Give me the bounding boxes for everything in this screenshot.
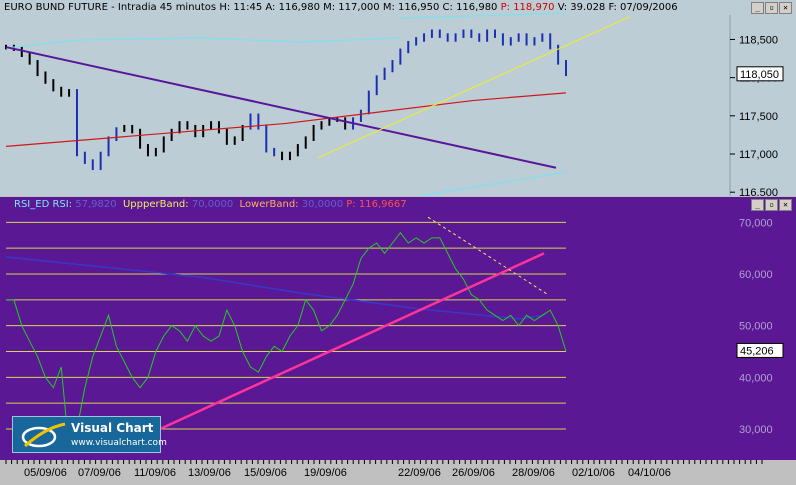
price-chart: 118,500118,000117,500117,000116,500118,0…: [5, 12, 784, 199]
maximize-button[interactable]: ▫: [765, 2, 778, 14]
y-tick-label: 117,500: [739, 111, 778, 123]
close-button[interactable]: ✕: [779, 2, 792, 14]
visualchart-logo: Visual Chart www.visualchart.com: [12, 416, 167, 453]
date-tick-label: 04/10/06: [628, 467, 671, 479]
upper-band-left: [5, 37, 401, 49]
up-trendline: [317, 16, 631, 159]
y-tick-label: 117,000: [739, 149, 778, 161]
date-tick-label: 07/09/06: [78, 467, 121, 479]
lower-band-label: LowerBand:: [239, 199, 299, 210]
moving-average-line: [5, 92, 567, 147]
date-tick-label: 19/09/06: [304, 467, 347, 479]
logo-swoosh-icon: [21, 422, 66, 448]
minimize-button[interactable]: _: [751, 2, 764, 14]
date-axis-svg: 05/09/06 07/09/06 11/09/06 13/09/06 15/09/06…: [5, 460, 763, 479]
price-title-main: EURO BUND FUTURE - Intradia 45 minutos H…: [4, 2, 498, 13]
date-axis: 05/09/06 07/09/06 11/09/06 13/09/06 15/09/06…: [0, 460, 796, 481]
date-tick-label: 13/09/06: [188, 467, 231, 479]
upper-band-label: UppperBand:: [122, 199, 189, 210]
date-tick-label: 05/09/06: [24, 467, 67, 479]
minimize-button[interactable]: _: [751, 199, 764, 211]
price-window-buttons: _ ▫ ✕: [751, 2, 792, 14]
rsi-down-trendline: [427, 216, 549, 296]
y-tick-label: 118,500: [739, 34, 778, 46]
rsi-label: RSI_ED RSI:: [14, 199, 73, 210]
rsi-value: 57,9820: [75, 199, 117, 210]
date-tick-label: 22/09/06: [398, 467, 441, 479]
logo-url: www.visualchart.com: [71, 438, 167, 448]
price-title-tail: V: 39.028 F: 07/09/2006: [557, 2, 678, 13]
date-tick-label: 02/10/06: [572, 467, 615, 479]
rsi-value-text: 45,206: [740, 345, 774, 357]
date-tick-label: 28/09/06: [512, 467, 555, 479]
lower-band-value: 30,0000: [301, 199, 344, 210]
rsi-tick-label: 30,000: [739, 424, 773, 436]
date-tick-label: 11/09/06: [134, 467, 176, 479]
upper-band-value: 70,0000: [191, 199, 234, 210]
maximize-button[interactable]: ▫: [765, 199, 778, 211]
date-tick-label: 15/09/06: [244, 467, 287, 479]
rsi-tick-label: 70,000: [739, 217, 773, 229]
y-tick-label: 116,500: [739, 187, 778, 196]
price-window-title: EURO BUND FUTURE - Intradia 45 minutos H…: [0, 0, 796, 15]
close-button[interactable]: ✕: [779, 199, 792, 211]
price-title-red: P: 118,970: [500, 2, 555, 13]
lower-band-line: [419, 171, 567, 197]
rsi-window-title: RSI_ED RSI: 57,9820 UppperBand: 70,0000 …: [0, 197, 796, 212]
rsi-band-line: [5, 256, 546, 320]
price-value-text: 118,050: [740, 69, 779, 81]
rsi-tick-label: 40,000: [739, 372, 773, 384]
date-tick-label: 26/09/06: [452, 467, 495, 479]
down-trendline: [5, 46, 557, 169]
rsi-window-buttons: _ ▫ ✕: [751, 199, 792, 211]
rsi-p-label: P: 116,9667: [346, 199, 407, 210]
rsi-tick-label: 60,000: [739, 269, 773, 281]
price-chart-window[interactable]: EURO BUND FUTURE - Intradia 45 minutos H…: [0, 0, 796, 199]
rsi-tick-label: 50,000: [739, 321, 773, 333]
logo-title: Visual Chart: [71, 421, 154, 435]
